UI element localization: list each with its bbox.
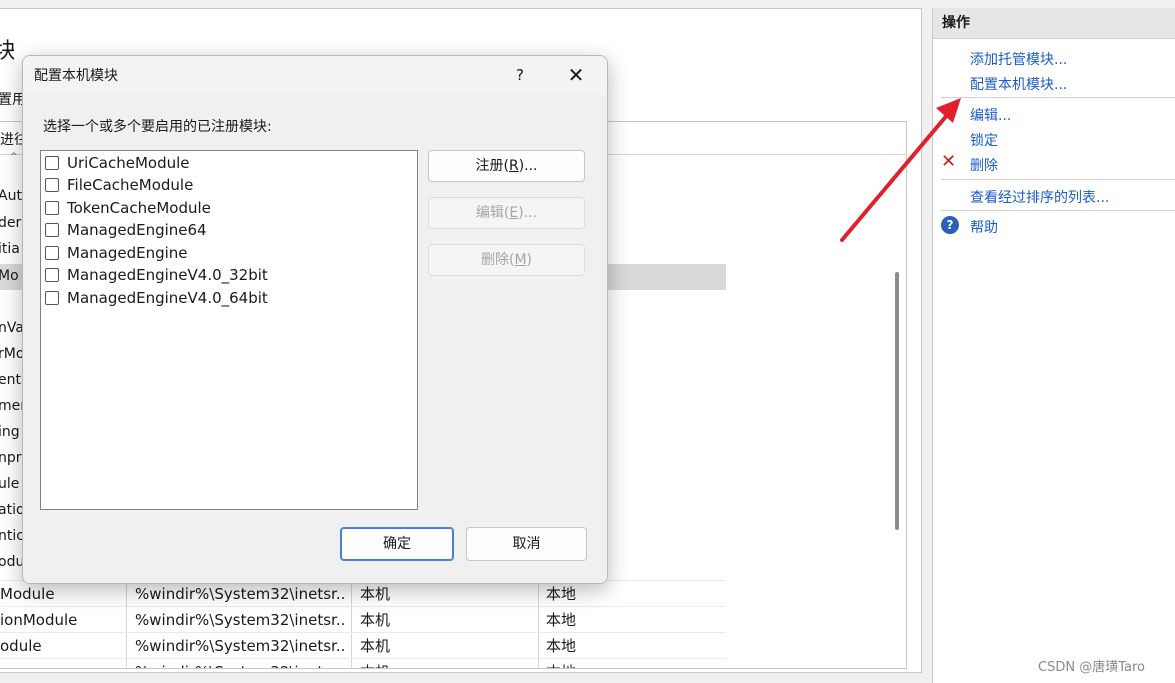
divider <box>941 97 1175 98</box>
watermark: CSDN @唐璜Taro <box>1038 660 1145 675</box>
register-button[interactable]: 注册(R)... <box>428 150 585 182</box>
module-name-cell: odule <box>0 637 42 655</box>
configure-native-modules-dialog: 配置本机模块 ? ✕ 选择一个或多个要启用的已注册模块: UriCacheMod… <box>22 55 608 584</box>
module-checkbox[interactable] <box>45 201 59 215</box>
divider <box>941 210 1175 211</box>
actions-pane: 操作 添加托管模块... 配置本机模块... 编辑... 锁定 ✕ 删除 查看经… <box>932 8 1175 683</box>
module-path-cell: %windir%\System32\inetsr... <box>135 637 347 655</box>
delete-label-post: ) <box>526 252 533 268</box>
module-item[interactable]: FileCacheModule <box>45 174 193 196</box>
help-button[interactable]: ? <box>507 62 533 88</box>
column-divider <box>538 633 539 659</box>
scrollbar-thumb[interactable] <box>895 272 899 530</box>
column-divider <box>351 659 352 668</box>
module-item[interactable]: TokenCacheModule <box>45 197 211 219</box>
module-label: ManagedEngine <box>67 244 188 262</box>
module-item[interactable]: ManagedEngine <box>45 242 188 264</box>
actions-header: 操作 <box>933 8 1175 39</box>
dialog-titlebar[interactable]: 配置本机模块 ? ✕ <box>23 56 607 94</box>
module-path-cell: %windir%\System32\inetsr... <box>135 611 347 629</box>
page-title: 块 <box>0 39 14 64</box>
module-item[interactable]: ManagedEngineV4.0_64bit <box>45 287 268 309</box>
module-label: TokenCacheModule <box>67 199 211 217</box>
cancel-button[interactable]: 取消 <box>466 527 587 561</box>
dialog-title: 配置本机模块 <box>34 68 118 84</box>
register-label-post: )... <box>518 158 538 174</box>
module-scope-cell: 本地 <box>546 585 577 603</box>
table-row[interactable]: ionModule %windir%\System32\inetsr... 本机… <box>0 606 726 633</box>
module-checkbox[interactable] <box>45 246 59 260</box>
column-divider <box>351 607 352 633</box>
sort-ascending-icon: ^ <box>10 152 18 162</box>
table-row[interactable]: %windir%\System32\inetsr... 本机 本地 <box>0 658 726 668</box>
delete-accesskey: M <box>514 252 527 268</box>
lock-link[interactable]: 锁定 <box>970 130 998 150</box>
module-label: UriCacheModule <box>67 154 190 172</box>
column-divider <box>351 633 352 659</box>
view-sorted-list-link[interactable]: 查看经过排序的列表... <box>970 187 1109 207</box>
delete-icon: ✕ <box>941 151 957 172</box>
module-checkbox[interactable] <box>45 156 59 170</box>
column-divider <box>126 607 127 633</box>
dialog-prompt: 选择一个或多个要启用的已注册模块: <box>43 119 272 135</box>
ok-button[interactable]: 确定 <box>340 527 454 561</box>
edit-button[interactable]: 编辑(E)... <box>428 197 585 229</box>
module-label: ManagedEngine64 <box>67 221 207 239</box>
edit-label-post: )... <box>518 205 538 221</box>
module-scope-cell: 本地 <box>546 611 577 629</box>
module-type-cell: 本机 <box>360 611 391 629</box>
delete-label-pre: 删除( <box>480 252 515 268</box>
dialog-body: 选择一个或多个要启用的已注册模块: UriCacheModule FileCac… <box>23 94 607 583</box>
module-path-cell: %windir%\System32\inetsr... <box>135 585 347 603</box>
module-label: ManagedEngineV4.0_64bit <box>67 289 268 307</box>
column-divider <box>126 659 127 668</box>
help-icon: ? <box>941 216 959 234</box>
module-name-cell: ionModule <box>0 611 78 629</box>
module-label: FileCacheModule <box>67 176 194 194</box>
module-type-cell: 本机 <box>360 637 391 655</box>
module-checkbox[interactable] <box>45 291 59 305</box>
column-divider <box>538 607 539 633</box>
module-checkbox[interactable] <box>45 178 59 192</box>
delete-button[interactable]: 删除(M) <box>428 244 585 276</box>
add-managed-module-link[interactable]: 添加托管模块... <box>970 49 1067 69</box>
page-description: 置用 <box>0 92 22 108</box>
column-divider <box>538 581 539 607</box>
module-item[interactable]: ManagedEngine64 <box>45 219 207 241</box>
column-divider <box>126 581 127 607</box>
edit-link[interactable]: 编辑... <box>970 105 1011 125</box>
column-divider <box>538 659 539 668</box>
module-item[interactable]: UriCacheModule <box>45 152 190 174</box>
table-row[interactable]: Module %windir%\System32\inetsr... 本机 本地 <box>0 580 726 607</box>
configure-native-modules-link[interactable]: 配置本机模块... <box>970 74 1067 94</box>
close-button[interactable]: ✕ <box>561 62 591 88</box>
module-path-cell: %windir%\System32\inetsr... <box>135 659 347 668</box>
module-checkbox[interactable] <box>45 223 59 237</box>
edit-accesskey: E <box>509 205 519 221</box>
registered-modules-list[interactable]: UriCacheModule FileCacheModule TokenCach… <box>40 150 418 510</box>
module-scope-cell: 本地 <box>546 659 696 668</box>
module-scope-cell: 本地 <box>546 637 577 655</box>
module-checkbox[interactable] <box>45 268 59 282</box>
module-label: ManagedEngineV4.0_32bit <box>67 266 268 284</box>
column-divider <box>126 633 127 659</box>
column-divider <box>351 581 352 607</box>
delete-link[interactable]: 删除 <box>970 155 998 175</box>
divider <box>941 179 1175 180</box>
help-link[interactable]: 帮助 <box>970 217 998 237</box>
module-name-cell: Module <box>0 585 55 603</box>
module-type-cell: 本机 <box>360 585 391 603</box>
register-label-pre: 注册( <box>475 158 509 174</box>
register-accesskey: R <box>508 158 519 174</box>
table-row[interactable]: odule %windir%\System32\inetsr... 本机 本地 <box>0 632 726 659</box>
edit-label-pre: 编辑( <box>475 205 510 221</box>
module-type-cell: 本机 <box>360 659 510 668</box>
module-item[interactable]: ManagedEngineV4.0_32bit <box>45 264 268 286</box>
